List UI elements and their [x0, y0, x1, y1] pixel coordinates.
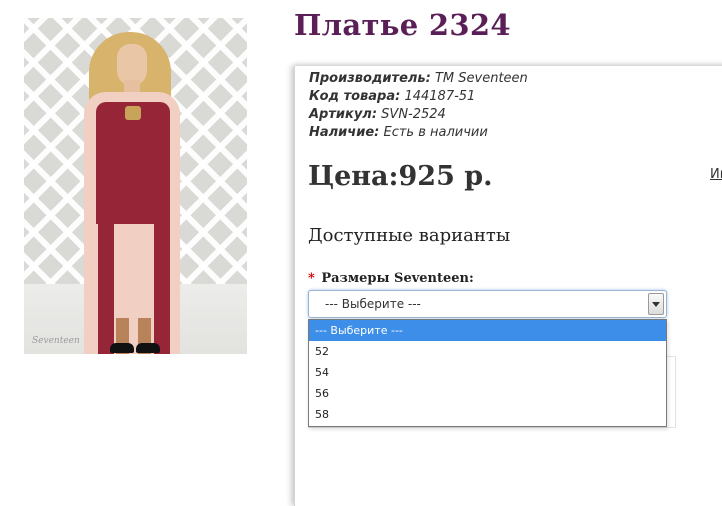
code-label: Код товара:	[309, 89, 401, 104]
size-dropdown-list: --- Выберите --- 52 54 56 58	[308, 319, 667, 427]
size-option[interactable]: 56	[309, 383, 666, 404]
detail-article: Артикул: SVN-2524	[309, 106, 528, 124]
availability-label: Наличие:	[309, 125, 380, 140]
size-option[interactable]: 54	[309, 362, 666, 383]
size-select[interactable]: --- Выберите ---	[308, 290, 667, 318]
dress-accent-right	[154, 224, 170, 354]
article-value: SVN-2524	[381, 107, 446, 122]
detail-manufacturer: Производитель: TM Seventeen	[309, 70, 528, 88]
size-select-label-text: Размеры Seventeen:	[321, 271, 474, 286]
dress-accent-left	[98, 224, 114, 354]
variants-heading: Доступные варианты	[308, 225, 511, 246]
code-value: 144187-51	[404, 89, 476, 104]
availability-value: Есть в наличии	[383, 125, 488, 140]
size-select-value: --- Выберите ---	[325, 297, 421, 311]
chevron-down-icon[interactable]	[648, 293, 664, 315]
manufacturer-label: Производитель:	[309, 71, 431, 86]
side-link[interactable]: Ин	[710, 167, 722, 182]
product-info-panel: Производитель: TM Seventeen Код товара: …	[294, 66, 722, 506]
model-shoe-right	[136, 343, 160, 353]
product-details: Производитель: TM Seventeen Код товара: …	[309, 70, 528, 142]
dress-accent-top	[96, 102, 170, 224]
detail-availability: Наличие: Есть в наличии	[309, 124, 528, 142]
dress-brooch	[125, 106, 141, 120]
model-shoe-left	[110, 343, 134, 353]
product-photo[interactable]: Seventeen	[24, 18, 247, 354]
required-mark: *	[308, 271, 315, 286]
photo-watermark: Seventeen	[32, 336, 80, 346]
product-title: Платье 2324	[294, 8, 511, 42]
detail-code: Код товара: 144187-51	[309, 88, 528, 106]
size-option[interactable]: --- Выберите ---	[309, 320, 666, 341]
manufacturer-value: TM Seventeen	[434, 71, 528, 86]
size-select-label: * Размеры Seventeen:	[308, 271, 474, 286]
size-option[interactable]: 58	[309, 404, 666, 425]
size-option[interactable]: 52	[309, 341, 666, 362]
product-price: Цена:925 р.	[308, 161, 493, 192]
article-label: Артикул:	[309, 107, 378, 122]
